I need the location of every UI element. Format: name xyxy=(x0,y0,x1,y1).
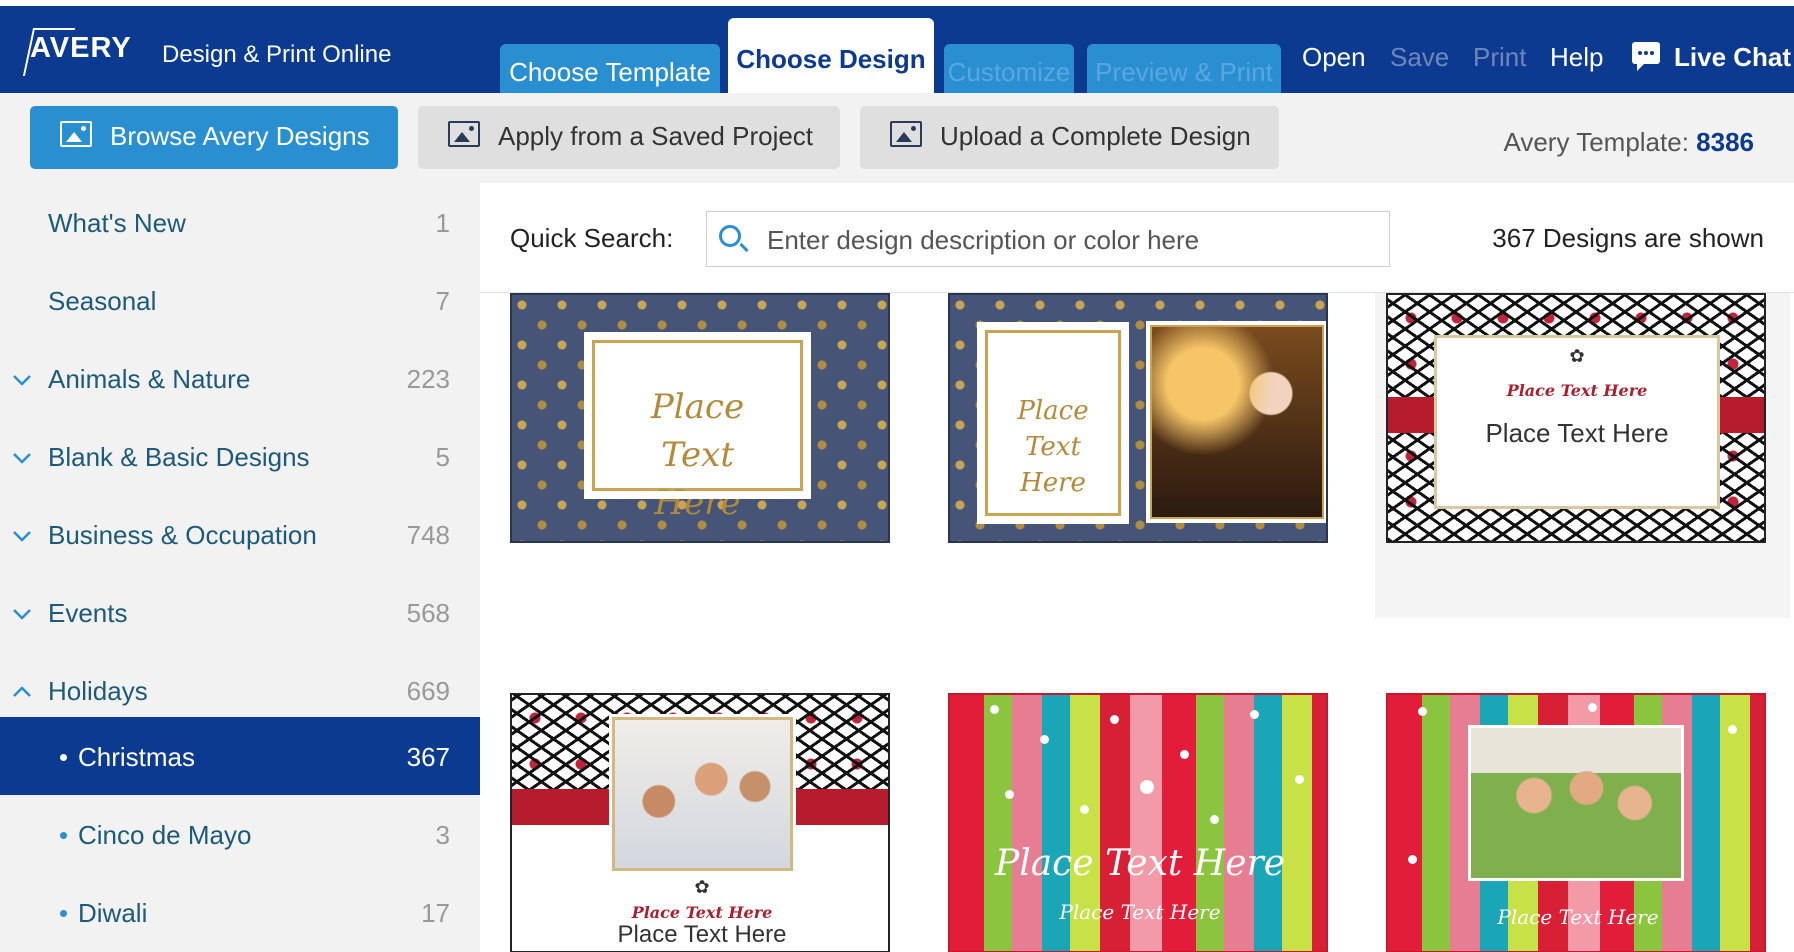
category-events[interactable]: Events 568 xyxy=(0,573,480,651)
browse-label: Browse Avery Designs xyxy=(110,121,370,151)
save-menu: Save xyxy=(1390,42,1450,72)
top-bar: AVERY Design & Print Online Choose Templ… xyxy=(0,0,1794,101)
design-card[interactable]: ✿ Place Text Here Place Text Here xyxy=(510,693,890,952)
help-menu[interactable]: Help xyxy=(1550,42,1603,73)
category-sidebar: What's New 1 Seasonal 7 Animals & Nature… xyxy=(0,183,480,952)
place-text: Place Text Here xyxy=(1485,418,1669,448)
couple-photo xyxy=(1146,321,1326,523)
template-number: 8386 xyxy=(1696,127,1754,157)
holly-icon: ✿ xyxy=(1569,346,1585,366)
category-seasonal[interactable]: Seasonal 7 xyxy=(0,261,480,339)
image-icon xyxy=(60,121,92,147)
place-text: Place Text Here xyxy=(617,921,787,948)
subcategory-christmas[interactable]: Christmas 367 xyxy=(0,717,480,795)
text-panel: ✿ Place Text Here Place Text Here xyxy=(1434,335,1720,509)
place-text: Place Text Here xyxy=(650,387,745,523)
subcategory-cinco-de-mayo[interactable]: Cinco de Mayo 3 xyxy=(0,795,480,873)
apply-label: Apply from a Saved Project xyxy=(498,121,814,151)
category-animals-nature[interactable]: Animals & Nature 223 xyxy=(0,339,480,417)
upload-image-icon xyxy=(890,121,922,147)
chevron-down-icon xyxy=(13,375,31,386)
chevron-down-icon xyxy=(13,531,31,542)
quick-search-label: Quick Search: xyxy=(510,223,674,253)
apply-saved-project-button[interactable]: Apply from a Saved Project xyxy=(418,106,840,169)
tab-choose-design[interactable]: Choose Design xyxy=(728,18,934,101)
category-whats-new[interactable]: What's New 1 xyxy=(0,183,480,261)
design-gallery: Place Text Here Place Text Here ✿ Place … xyxy=(480,293,1794,952)
place-text: Place Text Here xyxy=(1017,396,1089,498)
place-text-script: Place Text Here xyxy=(994,843,1286,884)
chat-icon[interactable] xyxy=(1632,42,1660,71)
template-info: Avery Template: 8386 xyxy=(1503,127,1754,158)
tab-customize: Customize xyxy=(944,44,1074,99)
category-blank-basic[interactable]: Blank & Basic Designs 5 xyxy=(0,417,480,495)
search-input[interactable] xyxy=(765,223,1369,257)
place-text-small: Place Text Here xyxy=(1497,905,1659,929)
app-title: Design & Print Online xyxy=(162,41,392,68)
text-frame: Place Text Here xyxy=(584,332,811,523)
open-menu[interactable]: Open xyxy=(1302,42,1366,73)
holly-icon: ✿ xyxy=(694,877,710,897)
bullet-icon xyxy=(60,832,67,839)
design-card[interactable]: Place Text Here xyxy=(1386,693,1766,952)
designs-shown-count: 367 Designs are shown xyxy=(1492,223,1764,253)
action-row: Browse Avery Designs Apply from a Saved … xyxy=(0,93,1794,183)
chevron-down-icon xyxy=(13,609,31,620)
design-card[interactable]: Place Text Here Place Text Here xyxy=(948,693,1328,952)
search-box[interactable] xyxy=(706,211,1390,267)
tab-choose-template[interactable]: Choose Template xyxy=(500,44,720,99)
design-card[interactable]: Place Text Here xyxy=(948,293,1328,543)
bullet-icon xyxy=(60,910,67,917)
kids-photo xyxy=(1468,725,1684,881)
text-frame: Place Text Here xyxy=(977,322,1129,524)
tab-preview-print: Preview & Print xyxy=(1087,44,1281,99)
design-card[interactable]: Place Text Here xyxy=(510,293,890,543)
chevron-up-icon xyxy=(13,686,31,697)
browse-designs-button[interactable]: Browse Avery Designs xyxy=(30,106,398,169)
upload-design-button[interactable]: Upload a Complete Design xyxy=(860,106,1279,169)
template-label: Avery Template: xyxy=(1503,127,1689,157)
place-text-small: Place Text Here xyxy=(1059,900,1221,924)
bullet-icon xyxy=(60,754,67,761)
search-icon xyxy=(719,225,741,247)
saved-project-icon xyxy=(448,121,480,147)
live-chat-button[interactable]: Live Chat xyxy=(1674,42,1791,73)
search-row: Quick Search: 367 Designs are shown xyxy=(480,183,1794,293)
print-menu: Print xyxy=(1473,42,1527,72)
subcategory-diwali[interactable]: Diwali 17 xyxy=(0,873,480,951)
place-text-script: Place Text Here xyxy=(631,903,773,922)
category-business-occupation[interactable]: Business & Occupation 748 xyxy=(0,495,480,573)
upload-label: Upload a Complete Design xyxy=(940,121,1251,151)
chevron-down-icon xyxy=(13,453,31,464)
design-card[interactable]: ✿ Place Text Here Place Text Here xyxy=(1386,293,1766,543)
place-text-script: Place Text Here xyxy=(1506,381,1648,400)
family-photo xyxy=(609,714,796,874)
avery-logo[interactable]: AVERY xyxy=(22,28,132,76)
